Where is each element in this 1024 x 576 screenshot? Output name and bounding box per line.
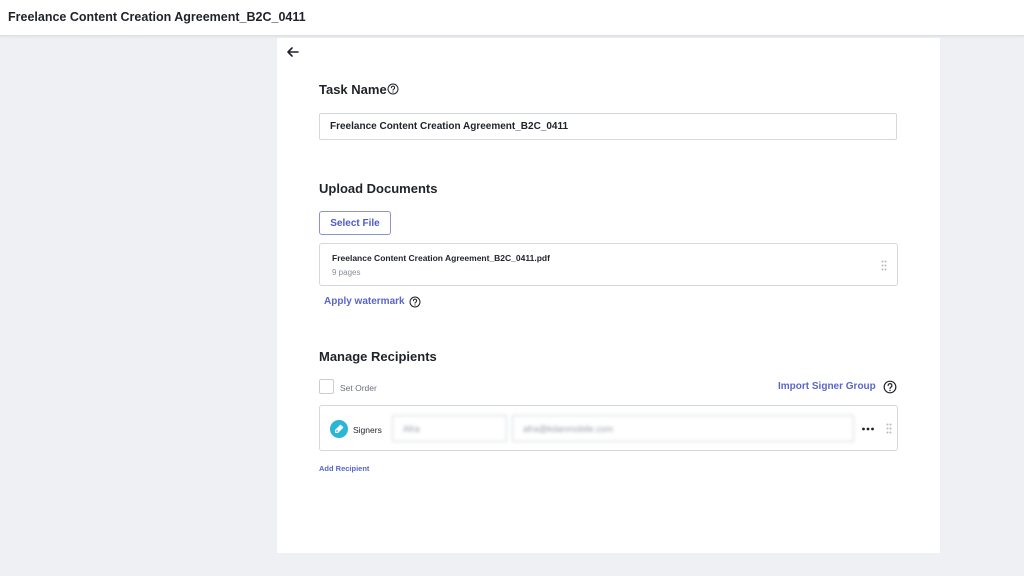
- drag-handle-icon[interactable]: [881, 260, 887, 271]
- top-bar: Freelance Content Creation Agreement_B2C…: [0, 0, 1024, 36]
- pen-nib-icon[interactable]: [330, 420, 348, 438]
- arrow-left-icon: [287, 47, 299, 57]
- question-circle-icon[interactable]: [387, 83, 399, 95]
- document-title: Freelance Content Creation Agreement_B2C…: [8, 10, 306, 24]
- upload-documents-title: Upload Documents: [319, 181, 438, 196]
- task-name-title: Task Name: [319, 82, 387, 97]
- uploaded-document-card[interactable]: Freelance Content Creation Agreement_B2C…: [319, 243, 898, 286]
- recipient-role-label: Signers: [353, 425, 382, 435]
- task-name-input[interactable]: [319, 113, 897, 140]
- document-page-count: 9 pages: [332, 268, 361, 277]
- task-form-panel: Task Name Upload Documents Select File F…: [277, 38, 940, 553]
- recipient-name-input[interactable]: [392, 415, 507, 442]
- import-signer-group-link[interactable]: Import Signer Group: [778, 381, 876, 392]
- set-order-checkbox[interactable]: [319, 379, 334, 394]
- recipient-row: Signers: [319, 405, 898, 451]
- manage-recipients-title: Manage Recipients: [319, 349, 437, 364]
- recipient-email-input[interactable]: [512, 415, 854, 442]
- select-file-button[interactable]: Select File: [319, 211, 391, 235]
- question-circle-icon[interactable]: [883, 380, 897, 394]
- document-file-name: Freelance Content Creation Agreement_B2C…: [332, 253, 550, 263]
- apply-watermark-link[interactable]: Apply watermark: [324, 296, 405, 307]
- question-circle-icon[interactable]: [409, 296, 421, 308]
- set-order-label: Set Order: [340, 383, 377, 393]
- add-recipient-link[interactable]: Add Recipient: [319, 464, 369, 473]
- drag-handle-icon[interactable]: [886, 423, 892, 434]
- back-button[interactable]: [285, 44, 301, 60]
- more-horizontal-icon[interactable]: [861, 423, 875, 435]
- pen-nib-glyph: [335, 424, 344, 433]
